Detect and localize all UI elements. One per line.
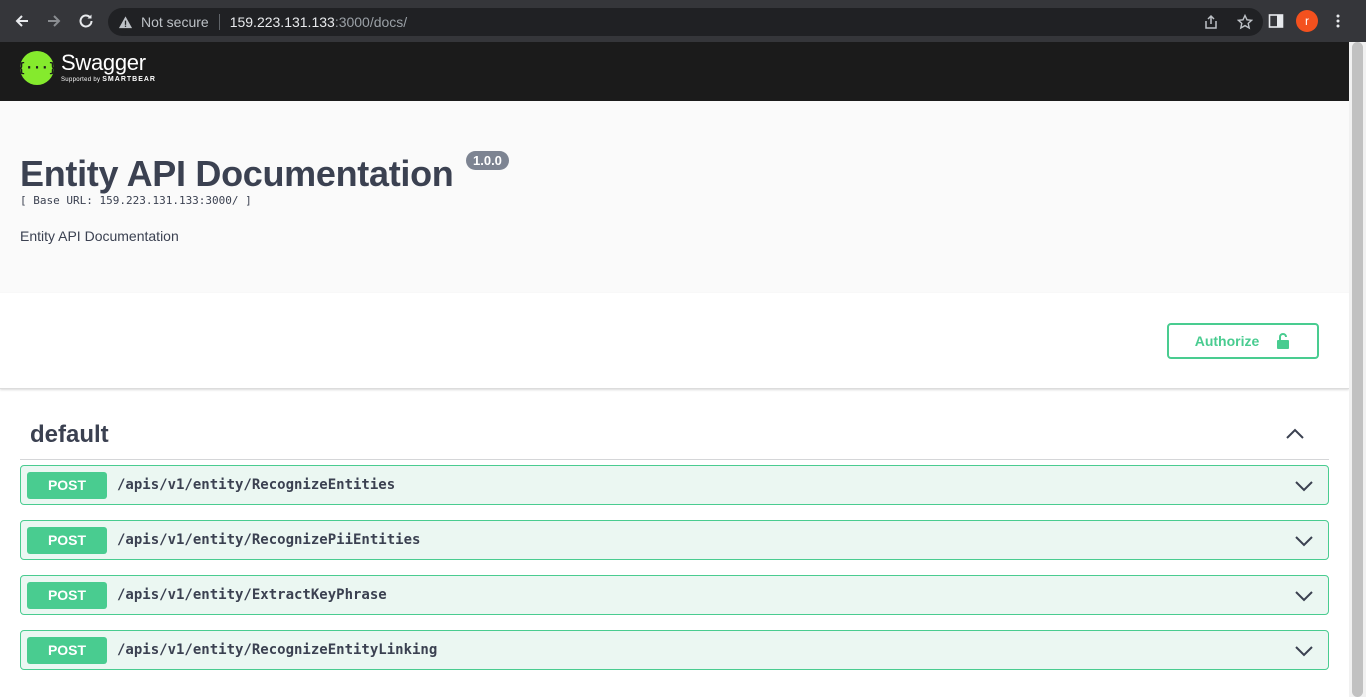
avatar[interactable]: r bbox=[1296, 10, 1318, 32]
chevron-down-icon[interactable] bbox=[1294, 586, 1314, 606]
operation-row[interactable]: POST /apis/v1/entity/RecognizeEntityLink… bbox=[20, 630, 1329, 670]
method-badge: POST bbox=[27, 471, 107, 499]
page-title: Entity API Documentation bbox=[20, 153, 454, 194]
scrollbar-thumb[interactable] bbox=[1352, 42, 1363, 697]
star-icon[interactable] bbox=[1237, 14, 1253, 30]
url-text[interactable]: 159.223.131.133:3000/docs/ bbox=[230, 14, 408, 30]
method-badge: POST bbox=[27, 581, 107, 609]
side-panel-icon[interactable] bbox=[1268, 13, 1284, 29]
logo-text: Swagger Supported by SMARTBEAR bbox=[61, 50, 156, 84]
chevron-down-icon[interactable] bbox=[1294, 531, 1314, 551]
arrow-right-icon bbox=[48, 15, 61, 27]
tag-section-header[interactable]: default bbox=[20, 410, 1329, 460]
method-badge: POST bbox=[27, 526, 107, 554]
logo-sub-prefix: Supported by bbox=[61, 77, 101, 83]
chevron-up-icon[interactable] bbox=[1285, 424, 1305, 444]
address-separator bbox=[218, 14, 220, 30]
back-button[interactable] bbox=[6, 5, 38, 37]
reload-icon bbox=[79, 14, 93, 28]
api-description: Entity API Documentation bbox=[20, 228, 179, 244]
operation-row[interactable]: POST /apis/v1/entity/ExtractKeyPhrase bbox=[20, 575, 1329, 615]
authorize-label: Authorize bbox=[1194, 333, 1260, 349]
swagger-logo[interactable]: {···} Swagger Supported by SMARTBEAR bbox=[17, 50, 156, 85]
scheme-container: Authorize bbox=[0, 293, 1349, 389]
authorize-button[interactable]: Authorize bbox=[1167, 323, 1319, 359]
operation-row[interactable]: POST /apis/v1/entity/RecognizeEntities bbox=[20, 465, 1329, 505]
url-host: 159.223.131.133 bbox=[229, 14, 335, 30]
omnibox-actions bbox=[1203, 8, 1253, 36]
arrow-left-icon bbox=[15, 15, 28, 27]
operation-path: /apis/v1/entity/RecognizeEntities bbox=[117, 477, 396, 493]
api-info: Entity API Documentation 1.0.0 [ Base UR… bbox=[0, 101, 1349, 293]
swagger-logo-icon: {···} bbox=[17, 51, 57, 85]
browser-toolbar: Not secure 159.223.131.133:3000/docs/ r bbox=[0, 0, 1366, 42]
operation-row[interactable]: POST /apis/v1/entity/RecognizePiiEntitie… bbox=[20, 520, 1329, 560]
operation-path: /apis/v1/entity/ExtractKeyPhrase bbox=[117, 587, 387, 603]
logo-glyph: {···} bbox=[17, 60, 57, 76]
chevron-down-icon[interactable] bbox=[1294, 641, 1314, 661]
security-indicator[interactable]: Not secure bbox=[118, 14, 209, 30]
more-menu-icon[interactable] bbox=[1330, 13, 1346, 29]
logo-sub-brand: SMARTBEAR bbox=[102, 76, 156, 83]
warning-icon bbox=[118, 15, 133, 28]
method-badge: POST bbox=[27, 636, 107, 664]
version-badge: 1.0.0 bbox=[466, 151, 509, 170]
base-url: [ Base URL: 159.223.131.133:3000/ ] bbox=[20, 194, 252, 207]
page-scrollbar[interactable] bbox=[1349, 42, 1366, 697]
url-path: :3000/docs/ bbox=[334, 14, 408, 30]
logo-name: Swagger bbox=[61, 50, 146, 75]
security-label: Not secure bbox=[141, 14, 209, 30]
swagger-topbar: {···} Swagger Supported by SMARTBEAR bbox=[0, 42, 1349, 101]
chevron-down-icon[interactable] bbox=[1294, 476, 1314, 496]
tag-title: default bbox=[30, 420, 109, 448]
operation-path: /apis/v1/entity/RecognizePiiEntities bbox=[117, 532, 421, 548]
logo-sub: Supported by SMARTBEAR bbox=[61, 76, 156, 83]
browser-actions: r bbox=[1268, 0, 1346, 42]
share-icon[interactable] bbox=[1203, 14, 1219, 30]
operation-path: /apis/v1/entity/RecognizeEntityLinking bbox=[117, 642, 438, 658]
reload-button[interactable] bbox=[70, 5, 102, 37]
avatar-letter: r bbox=[1305, 14, 1309, 28]
address-bar[interactable]: Not secure 159.223.131.133:3000/docs/ bbox=[108, 8, 1263, 36]
forward-button[interactable] bbox=[38, 5, 70, 37]
unlock-icon bbox=[1277, 333, 1290, 349]
